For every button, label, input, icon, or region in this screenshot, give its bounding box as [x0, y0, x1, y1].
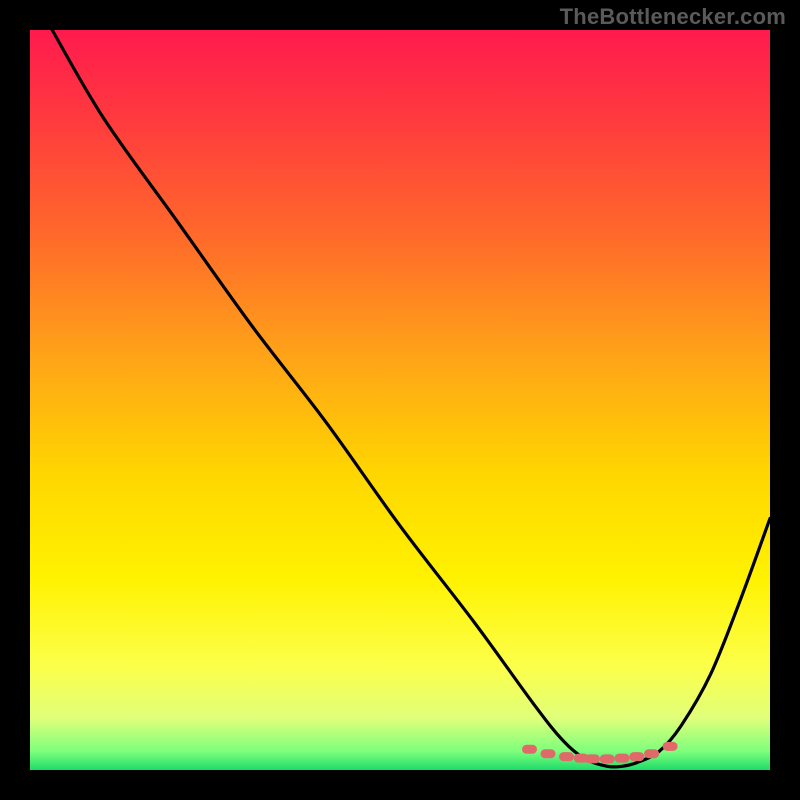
marker-dot — [644, 749, 659, 758]
marker-dot — [663, 742, 678, 751]
attribution-text: TheBottlenecker.com — [560, 4, 786, 30]
marker-dot — [615, 754, 630, 763]
plot-background — [30, 30, 770, 770]
marker-dot — [541, 749, 556, 758]
chart-stage: TheBottlenecker.com — [0, 0, 800, 800]
marker-dot — [629, 752, 644, 761]
marker-dot — [522, 745, 537, 754]
chart-svg — [0, 0, 800, 800]
marker-dot — [600, 754, 615, 763]
marker-dot — [559, 752, 574, 761]
marker-dot — [585, 754, 600, 763]
